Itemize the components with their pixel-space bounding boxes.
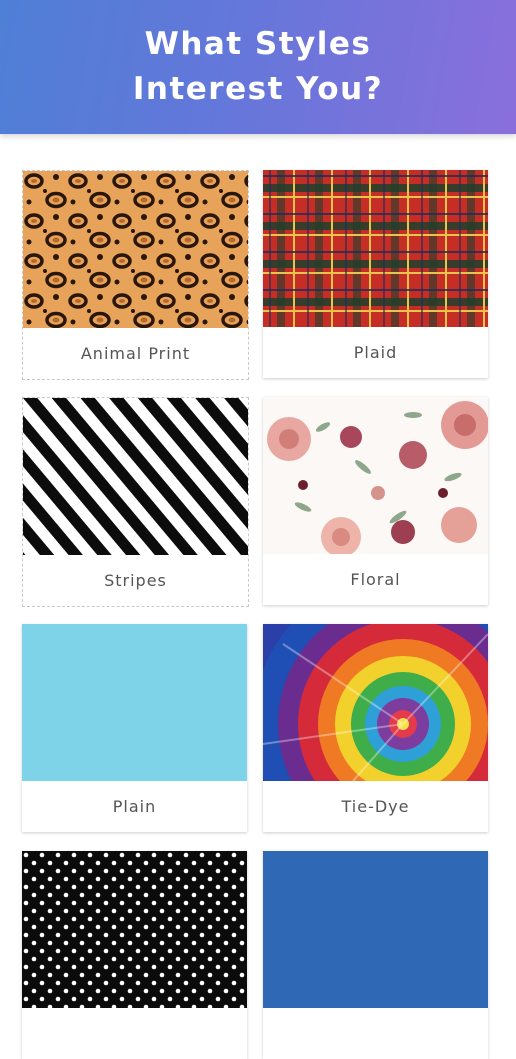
style-card-tie-dye[interactable]: Tie-Dye xyxy=(263,624,488,832)
style-card-plain[interactable]: Plain xyxy=(22,624,247,832)
style-label: Plain xyxy=(112,797,157,816)
style-label: Plaid xyxy=(353,343,398,362)
style-card-blue[interactable] xyxy=(263,851,488,1059)
style-grid: Animal Print Plaid Stripes Floral Plain … xyxy=(0,0,516,1059)
style-card-stripes[interactable]: Stripes xyxy=(22,397,249,607)
plain-swatch xyxy=(22,624,247,781)
tie-dye-swatch xyxy=(263,624,488,781)
style-label xyxy=(22,1008,247,1059)
blue-swatch xyxy=(263,851,488,1008)
style-label: Tie-Dye xyxy=(341,797,410,816)
animal-print-swatch xyxy=(23,171,248,328)
style-label xyxy=(263,1008,488,1059)
polka-dots-swatch xyxy=(22,851,247,1008)
style-card-animal-print[interactable]: Animal Print xyxy=(22,170,249,380)
plaid-swatch xyxy=(263,170,488,327)
style-label: Floral xyxy=(350,570,401,589)
style-card-polka-dots[interactable] xyxy=(22,851,247,1059)
floral-swatch xyxy=(263,397,488,554)
style-card-plaid[interactable]: Plaid xyxy=(263,170,488,378)
style-label: Animal Print xyxy=(80,344,191,363)
style-card-floral[interactable]: Floral xyxy=(263,397,488,605)
style-label: Stripes xyxy=(104,571,167,590)
stripes-swatch xyxy=(23,398,248,555)
